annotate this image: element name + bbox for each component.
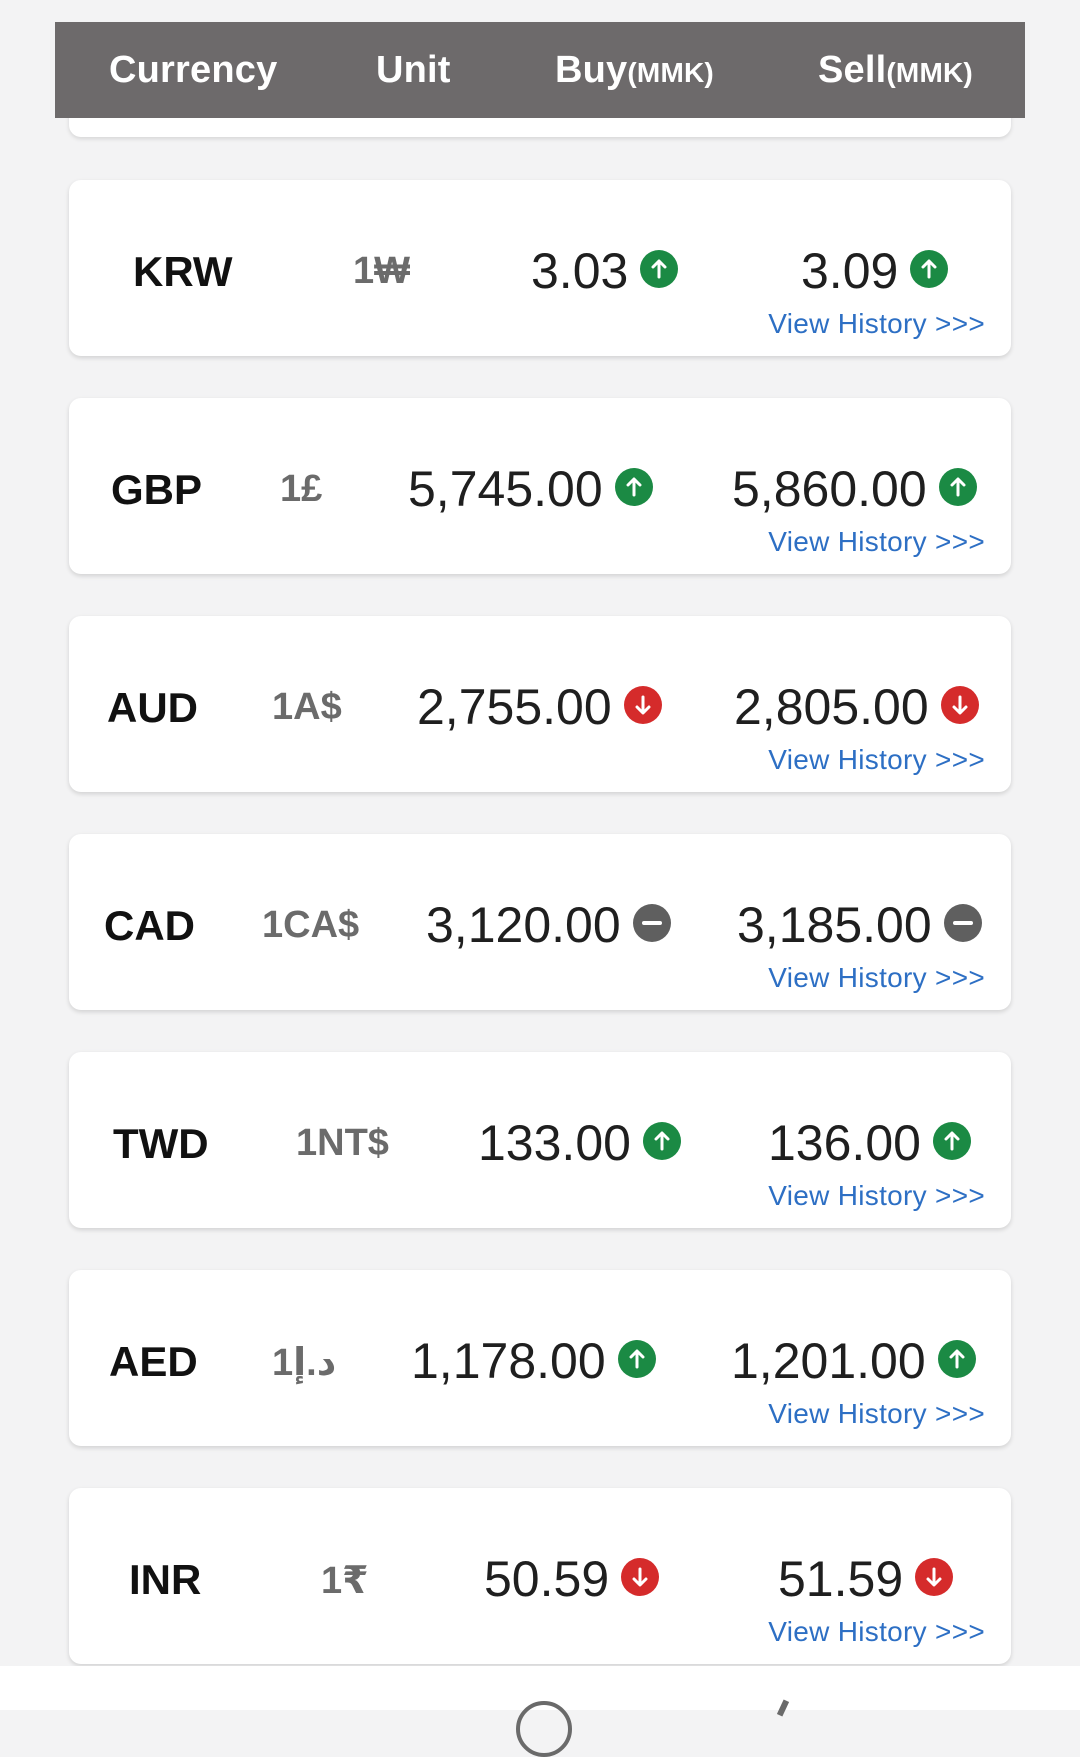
- sell-rate: 5,860.00: [732, 460, 977, 518]
- currency-unit: 1£: [280, 468, 323, 510]
- currency-unit: 1د.إ: [272, 1342, 337, 1384]
- rate-card-twd: TWD 1NT$ 133.00 136.00 View History >>>: [69, 1052, 1011, 1228]
- sell-rate-value: 3,185.00: [737, 897, 932, 953]
- view-history-link[interactable]: View History >>>: [768, 1616, 985, 1648]
- currency-code: TWD: [113, 1120, 209, 1167]
- rate-card-cad: CAD 1CA$ 3,120.00 3,185.00 View History …: [69, 834, 1011, 1010]
- currency-code: KRW: [133, 248, 233, 295]
- rate-card-krw: KRW 1₩ 3.03 3.09 View History >>>: [69, 180, 1011, 356]
- buy-rate-value: 1,178.00: [411, 1333, 606, 1389]
- sell-rate-value: 2,805.00: [734, 679, 929, 735]
- sell-rate-value: 3.09: [801, 243, 899, 299]
- currency-unit: 1CA$: [262, 904, 360, 946]
- currency-unit: 1₹: [321, 1560, 369, 1602]
- buy-rate: 1,178.00: [411, 1332, 656, 1390]
- up-arrow-icon: [640, 250, 679, 288]
- sell-rate: 3.09: [801, 242, 949, 300]
- buy-rate: 133.00: [478, 1114, 681, 1172]
- buy-rate-value: 5,745.00: [408, 461, 603, 517]
- buy-rate-value: 133.00: [478, 1115, 631, 1171]
- buy-currency-unit: (MMK): [627, 56, 714, 88]
- down-arrow-icon: [940, 686, 979, 724]
- buy-rate: 3.03: [531, 242, 679, 300]
- view-history-link[interactable]: View History >>>: [768, 308, 985, 340]
- sell-rate-value: 136.00: [768, 1115, 921, 1171]
- rate-card-aud: AUD 1A$ 2,755.00 2,805.00 View History >…: [69, 616, 1011, 792]
- up-arrow-icon: [642, 1122, 681, 1160]
- up-arrow-icon: [617, 1340, 656, 1378]
- rate-card-gbp: GBP 1£ 5,745.00 5,860.00 View History >>…: [69, 398, 1011, 574]
- sell-rate: 136.00: [768, 1114, 971, 1172]
- currency-unit: 1₩: [353, 250, 410, 292]
- sell-rate: 3,185.00: [737, 896, 982, 954]
- rate-card-inr: INR 1₹ 50.59 51.59 View History >>>: [69, 1488, 1011, 1664]
- view-history-link[interactable]: View History >>>: [768, 526, 985, 558]
- currency-unit: 1NT$: [296, 1122, 389, 1164]
- sell-rate-value: 1,201.00: [731, 1333, 926, 1389]
- up-arrow-icon: [932, 1122, 971, 1160]
- currency-code: AED: [109, 1338, 198, 1385]
- sell-rate: 2,805.00: [734, 678, 979, 736]
- buy-rate: 5,745.00: [408, 460, 653, 518]
- rate-card-aed: AED 1د.إ 1,178.00 1,201.00 View History …: [69, 1270, 1011, 1446]
- sell-rate: 51.59: [778, 1550, 954, 1608]
- sell-rate-value: 51.59: [778, 1551, 904, 1607]
- down-arrow-icon: [623, 686, 662, 724]
- table-header: Currency Unit Buy(MMK) Sell(MMK): [55, 22, 1025, 118]
- down-arrow-icon: [621, 1558, 660, 1596]
- down-arrow-icon: [915, 1558, 954, 1596]
- up-arrow-icon: [910, 250, 949, 288]
- sell-column-header: Sell(MMK): [818, 48, 973, 91]
- currency-code: CAD: [104, 902, 195, 949]
- view-history-link[interactable]: View History >>>: [768, 1180, 985, 1212]
- currency-column-header: Currency: [109, 48, 278, 91]
- view-history-link[interactable]: View History >>>: [768, 1398, 985, 1430]
- buy-rate-value: 50.59: [484, 1551, 610, 1607]
- up-arrow-icon: [937, 1340, 976, 1378]
- buy-rate-value: 3.03: [531, 243, 629, 299]
- view-history-link[interactable]: View History >>>: [768, 744, 985, 776]
- buy-rate: 50.59: [484, 1550, 660, 1608]
- home-nav-icon[interactable]: [516, 1701, 572, 1757]
- currency-unit: 1A$: [272, 686, 342, 728]
- buy-column-header: Buy(MMK): [555, 48, 714, 91]
- sell-rate-value: 5,860.00: [732, 461, 927, 517]
- buy-rate: 3,120.00: [426, 896, 671, 954]
- unit-column-header: Unit: [376, 48, 451, 91]
- buy-rate: 2,755.00: [417, 678, 662, 736]
- buy-rate-value: 2,755.00: [417, 679, 612, 735]
- sell-rate: 1,201.00: [731, 1332, 976, 1390]
- minus-icon: [632, 904, 671, 942]
- currency-code: INR: [129, 1556, 202, 1603]
- up-arrow-icon: [938, 468, 977, 506]
- sell-currency-unit: (MMK): [886, 56, 973, 88]
- currency-code: GBP: [111, 466, 203, 513]
- view-history-link[interactable]: View History >>>: [768, 962, 985, 994]
- minus-icon: [943, 904, 982, 942]
- up-arrow-icon: [614, 468, 653, 506]
- buy-rate-value: 3,120.00: [426, 897, 621, 953]
- currency-code: AUD: [107, 684, 198, 731]
